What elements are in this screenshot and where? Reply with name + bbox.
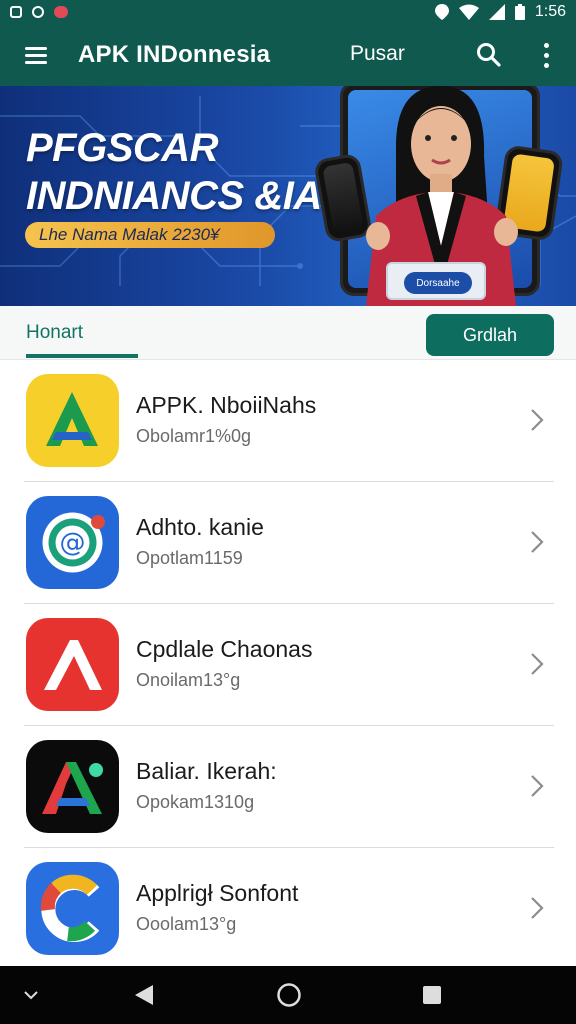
black-a-icon xyxy=(26,740,119,833)
banner-headline-line2: INDNIANCS &IA xyxy=(26,174,322,218)
app-subtitle: Opotlam1159 xyxy=(136,548,243,568)
more-vert-icon[interactable] xyxy=(530,36,562,74)
red-a-icon xyxy=(26,618,119,711)
back-icon xyxy=(135,985,153,1005)
app-name: Baliar. Ikerah: xyxy=(136,758,277,784)
app-subtitle: Onoilam13°g xyxy=(136,670,241,690)
app-name: Adhto. kanie xyxy=(136,514,264,540)
cloud-icon xyxy=(32,6,44,18)
tab-indicator xyxy=(26,354,138,358)
sign-text: Dorsaahe xyxy=(404,272,472,294)
app-name: Cpdlale Chaonas xyxy=(136,636,313,662)
recents-icon xyxy=(423,986,441,1004)
app-subtitle: Obolamr1%0g xyxy=(136,426,252,446)
battery-icon xyxy=(514,4,525,20)
menu-icon xyxy=(25,47,47,64)
promo-banner[interactable]: Dorsaahe PFGSCAR INDNIANCS &IA Lhe Nama … xyxy=(0,86,576,306)
yellow-a-icon xyxy=(26,374,119,467)
search-icon xyxy=(477,43,501,67)
sim-icon xyxy=(10,6,22,18)
app-list: APPK. NboiiNahs Obolamr1%0g @ Adhto. kan… xyxy=(0,360,576,970)
chevron-right-icon xyxy=(531,775,544,797)
app-bar: APK INDonnesia Pusar xyxy=(0,24,576,86)
back-button[interactable] xyxy=(128,980,160,1010)
status-bar: 1:56 xyxy=(0,0,576,24)
status-time: 1:56 xyxy=(534,3,566,20)
blue-at-icon: @ xyxy=(26,496,119,589)
blue-c-icon xyxy=(26,862,119,955)
list-item[interactable]: Applrigł Sonfont Ooolam13°g xyxy=(0,848,576,970)
tab-action-button[interactable]: Grdlah xyxy=(426,314,554,356)
home-button[interactable] xyxy=(272,980,306,1010)
svg-text:@: @ xyxy=(60,528,86,558)
heart-icon xyxy=(54,6,68,18)
chevron-right-icon xyxy=(531,653,544,675)
location-icon xyxy=(434,4,449,20)
banner-headline: PFGSCAR INDNIANCS &IA xyxy=(26,124,322,220)
app-subtitle: Ooolam13°g xyxy=(136,914,237,934)
chevron-right-icon xyxy=(531,409,544,431)
list-item[interactable]: Cpdlale Chaonas Onoilam13°g xyxy=(0,604,576,726)
collapse-icon xyxy=(24,991,38,1000)
collapse-button[interactable] xyxy=(18,980,44,1010)
app-title: APK INDonnesia xyxy=(78,41,271,68)
signal-icon xyxy=(488,4,505,20)
search-button[interactable] xyxy=(470,36,508,74)
wifi-icon xyxy=(458,4,479,20)
app-name: Applrigł Sonfont xyxy=(136,880,299,906)
tab-active[interactable]: Honart xyxy=(26,322,83,344)
list-item[interactable]: @ Adhto. kanie Opotlam1159 xyxy=(0,482,576,604)
banner-headline-line1: PFGSCAR xyxy=(26,126,219,170)
banner-sign: Dorsaahe xyxy=(386,262,486,300)
menu-button[interactable] xyxy=(0,24,72,86)
home-icon xyxy=(277,983,301,1007)
app-bar-link[interactable]: Pusar xyxy=(350,42,405,66)
chevron-right-icon xyxy=(531,531,544,553)
chevron-right-icon xyxy=(531,897,544,919)
app-name: APPK. NboiiNahs xyxy=(136,392,317,418)
recents-button[interactable] xyxy=(418,980,446,1010)
app-subtitle: Opokam1310g xyxy=(136,792,255,812)
system-nav-bar xyxy=(0,966,576,1024)
list-item[interactable]: Baliar. Ikerah: Opokam1310g xyxy=(0,726,576,848)
banner-pill: Lhe Nama Malak 2230¥ xyxy=(25,222,275,248)
tab-bar: Honart Grdlah xyxy=(0,306,576,360)
list-item[interactable]: APPK. NboiiNahs Obolamr1%0g xyxy=(0,360,576,482)
